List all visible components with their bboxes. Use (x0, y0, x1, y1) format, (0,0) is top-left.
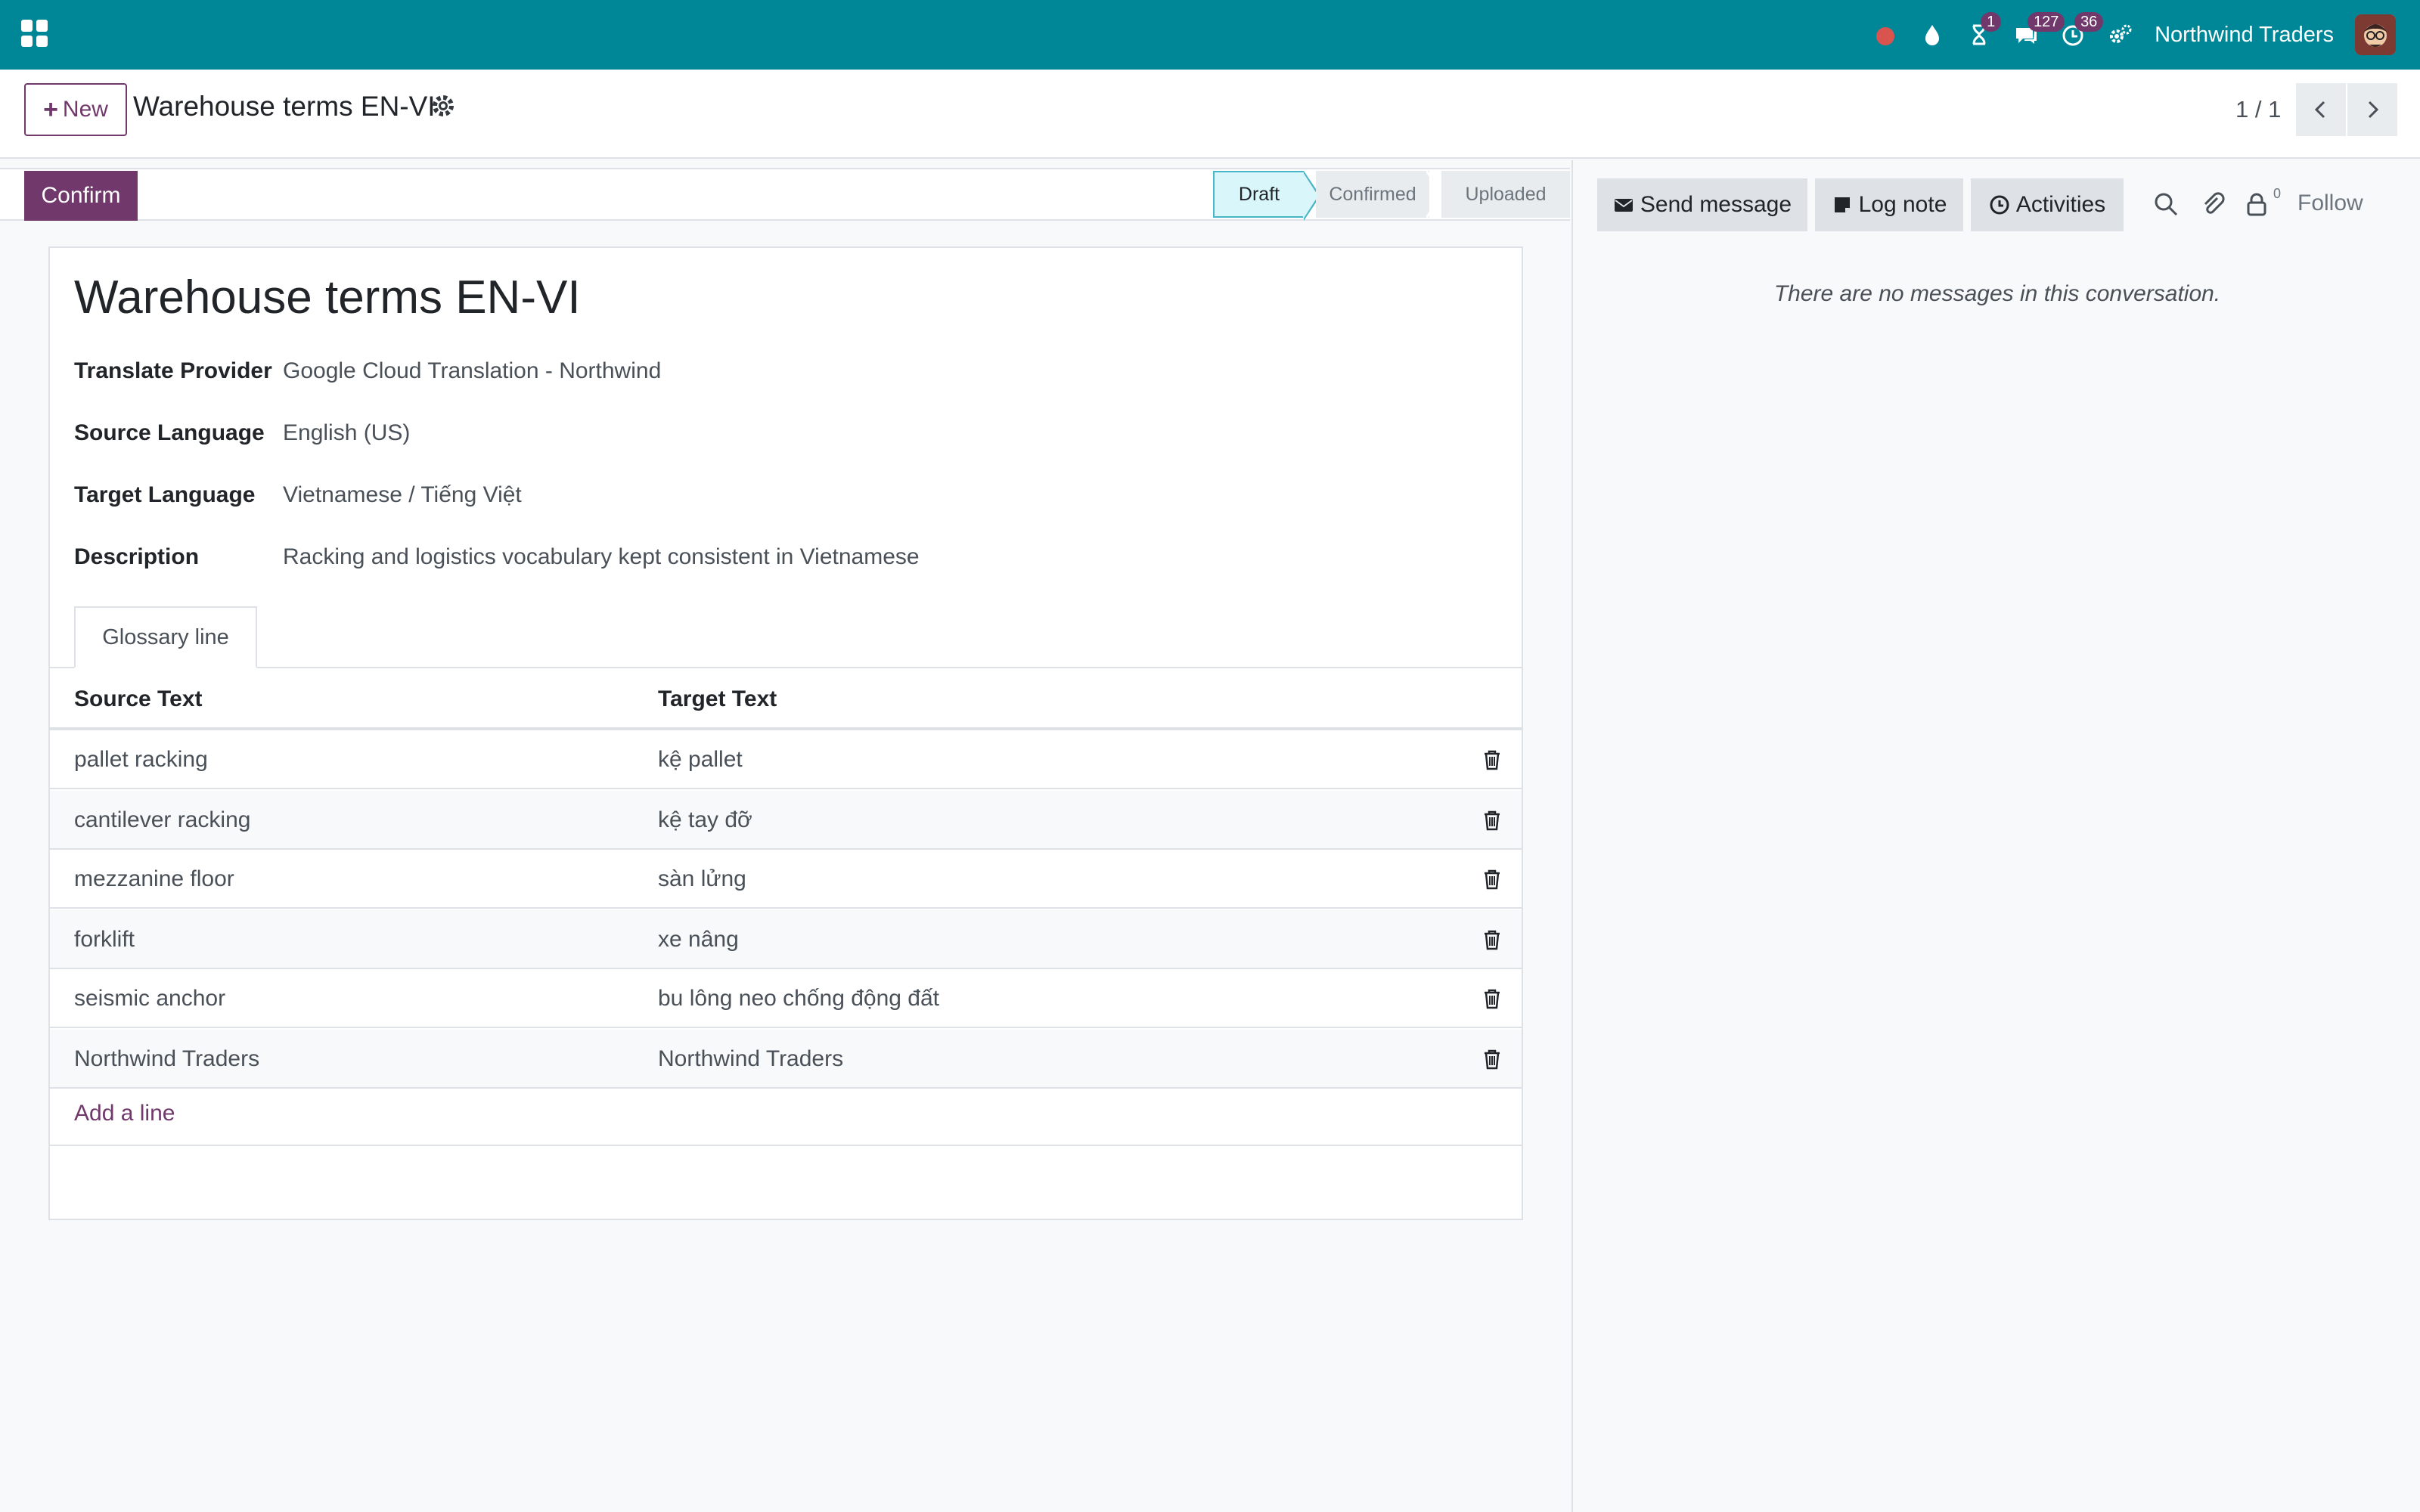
confirm-button[interactable]: Confirm (24, 171, 138, 221)
empty-conversation-message: There are no messages in this conversati… (1773, 281, 2221, 306)
pager-next-button[interactable] (2347, 83, 2397, 136)
target-text-cell: Northwind Traders (658, 1046, 844, 1071)
trash-icon[interactable] (1481, 748, 1503, 771)
follower-count: 0 (2273, 186, 2282, 201)
user-avatar[interactable] (2355, 14, 2396, 55)
column-header-source[interactable]: Source Text (74, 686, 203, 712)
source-text-cell: cantilever racking (74, 807, 251, 832)
add-line-link[interactable]: Add a line (74, 1101, 175, 1126)
clock-icon (1990, 195, 2009, 215)
trash-icon[interactable] (1481, 809, 1503, 832)
envelope-icon (1614, 199, 1633, 212)
followers-icon[interactable] (2243, 191, 2270, 218)
field-source-language[interactable]: English (US) (283, 420, 410, 446)
trash-icon[interactable] (1481, 868, 1503, 891)
send-message-label: Send message (1640, 192, 1792, 217)
trash-icon[interactable] (1481, 1048, 1503, 1070)
chevron-left-icon (2314, 101, 2325, 119)
navbar-systray: 1 127 36 Northwind Traders (1854, 0, 2396, 70)
stage-draft-label: Draft (1238, 183, 1280, 205)
recording-status-icon[interactable] (1870, 20, 1900, 50)
paperclip-icon[interactable] (2199, 191, 2226, 218)
source-text-cell: forklift (74, 927, 135, 952)
stage-draft[interactable]: Draft (1213, 171, 1320, 221)
record-title[interactable]: Warehouse terms EN-VI (74, 271, 581, 324)
follow-button[interactable]: Follow (2297, 191, 2363, 216)
table-bottom-divider (50, 1145, 1522, 1146)
activities-label: Activities (2015, 192, 2106, 217)
trash-icon[interactable] (1481, 928, 1503, 951)
activities-button[interactable]: Activities (1971, 178, 2124, 231)
field-label-source-language: Source Language (74, 420, 265, 445)
target-text-cell: bu lông neo chống động đất (658, 986, 939, 1011)
source-text-cell: pallet racking (74, 747, 208, 772)
control-panel: + New Warehouse terms EN-VI 1 / 1 (0, 70, 2420, 159)
note-icon (1834, 197, 1850, 212)
settings-icon[interactable] (2105, 20, 2135, 50)
stage-confirmed[interactable]: Confirmed (1316, 171, 1429, 218)
stage-uploaded[interactable]: Uploaded (1441, 171, 1570, 218)
chevron-right-icon (2368, 101, 2379, 119)
form-statusbar: Confirm Draft Confirmed Uploaded (0, 168, 1570, 221)
log-note-button[interactable]: Log note (1815, 178, 1963, 231)
gear-icon[interactable] (428, 91, 458, 121)
field-label-description: Description (74, 544, 200, 569)
send-message-button[interactable]: Send message (1597, 178, 1807, 231)
new-button-label: New (62, 97, 108, 122)
field-label-provider: Translate Provider (74, 358, 272, 383)
drop-icon[interactable] (1917, 20, 1947, 50)
trash-icon[interactable] (1481, 987, 1503, 1010)
target-text-cell: xe nâng (658, 927, 739, 952)
top-navbar: 1 127 36 Northwind Traders (0, 0, 2420, 70)
source-text-cell: mezzanine floor (74, 866, 234, 891)
table-row[interactable]: Northwind Traders Northwind Traders (50, 1030, 1522, 1089)
field-translate-provider[interactable]: Google Cloud Translation - Northwind (283, 358, 661, 384)
new-button[interactable]: + New (24, 83, 127, 136)
target-text-cell: kệ pallet (658, 747, 743, 772)
table-row[interactable]: seismic anchor bu lông neo chống động đấ… (50, 969, 1522, 1028)
clock-icon[interactable]: 36 (2058, 12, 2104, 50)
table-row[interactable]: mezzanine floor sàn lửng (50, 850, 1522, 909)
company-switcher[interactable]: Northwind Traders (2155, 23, 2334, 48)
pager-previous-button[interactable] (2296, 83, 2346, 136)
breadcrumb: Warehouse terms EN-VI (133, 91, 436, 122)
pager-value[interactable]: 1 / 1 (2235, 91, 2281, 129)
target-text-cell: kệ tay đỡ (658, 807, 752, 832)
activity-badge: 1 (1981, 12, 2002, 32)
table-row[interactable]: forklift xe nâng (50, 910, 1522, 969)
tab-divider (50, 667, 1522, 668)
field-label-target-language: Target Language (74, 482, 256, 507)
table-row[interactable]: pallet racking kệ pallet (50, 730, 1522, 789)
table-row[interactable]: cantilever racking kệ tay đỡ (50, 791, 1522, 850)
log-note-label: Log note (1858, 192, 1947, 217)
form-sheet: Warehouse terms EN-VI Translate Provider… (48, 246, 1523, 1220)
source-text-cell: Northwind Traders (74, 1046, 260, 1071)
field-target-language[interactable]: Vietnamese / Tiếng Việt (283, 482, 522, 508)
chatter-panel: Send message Log note Activities 0 Follo… (1571, 160, 2420, 1512)
apps-menu-icon[interactable] (21, 20, 48, 47)
source-text-cell: seismic anchor (74, 986, 226, 1011)
clock-badge: 36 (2074, 12, 2104, 32)
search-icon[interactable] (2152, 191, 2180, 218)
field-description[interactable]: Racking and logistics vocabulary kept co… (283, 544, 920, 570)
target-text-cell: sàn lửng (658, 866, 746, 891)
hourglass-icon[interactable]: 1 (1964, 12, 2002, 50)
messages-icon[interactable]: 127 (2011, 12, 2065, 50)
tab-glossary-line[interactable]: Glossary line (74, 606, 257, 668)
column-header-target[interactable]: Target Text (658, 686, 777, 712)
